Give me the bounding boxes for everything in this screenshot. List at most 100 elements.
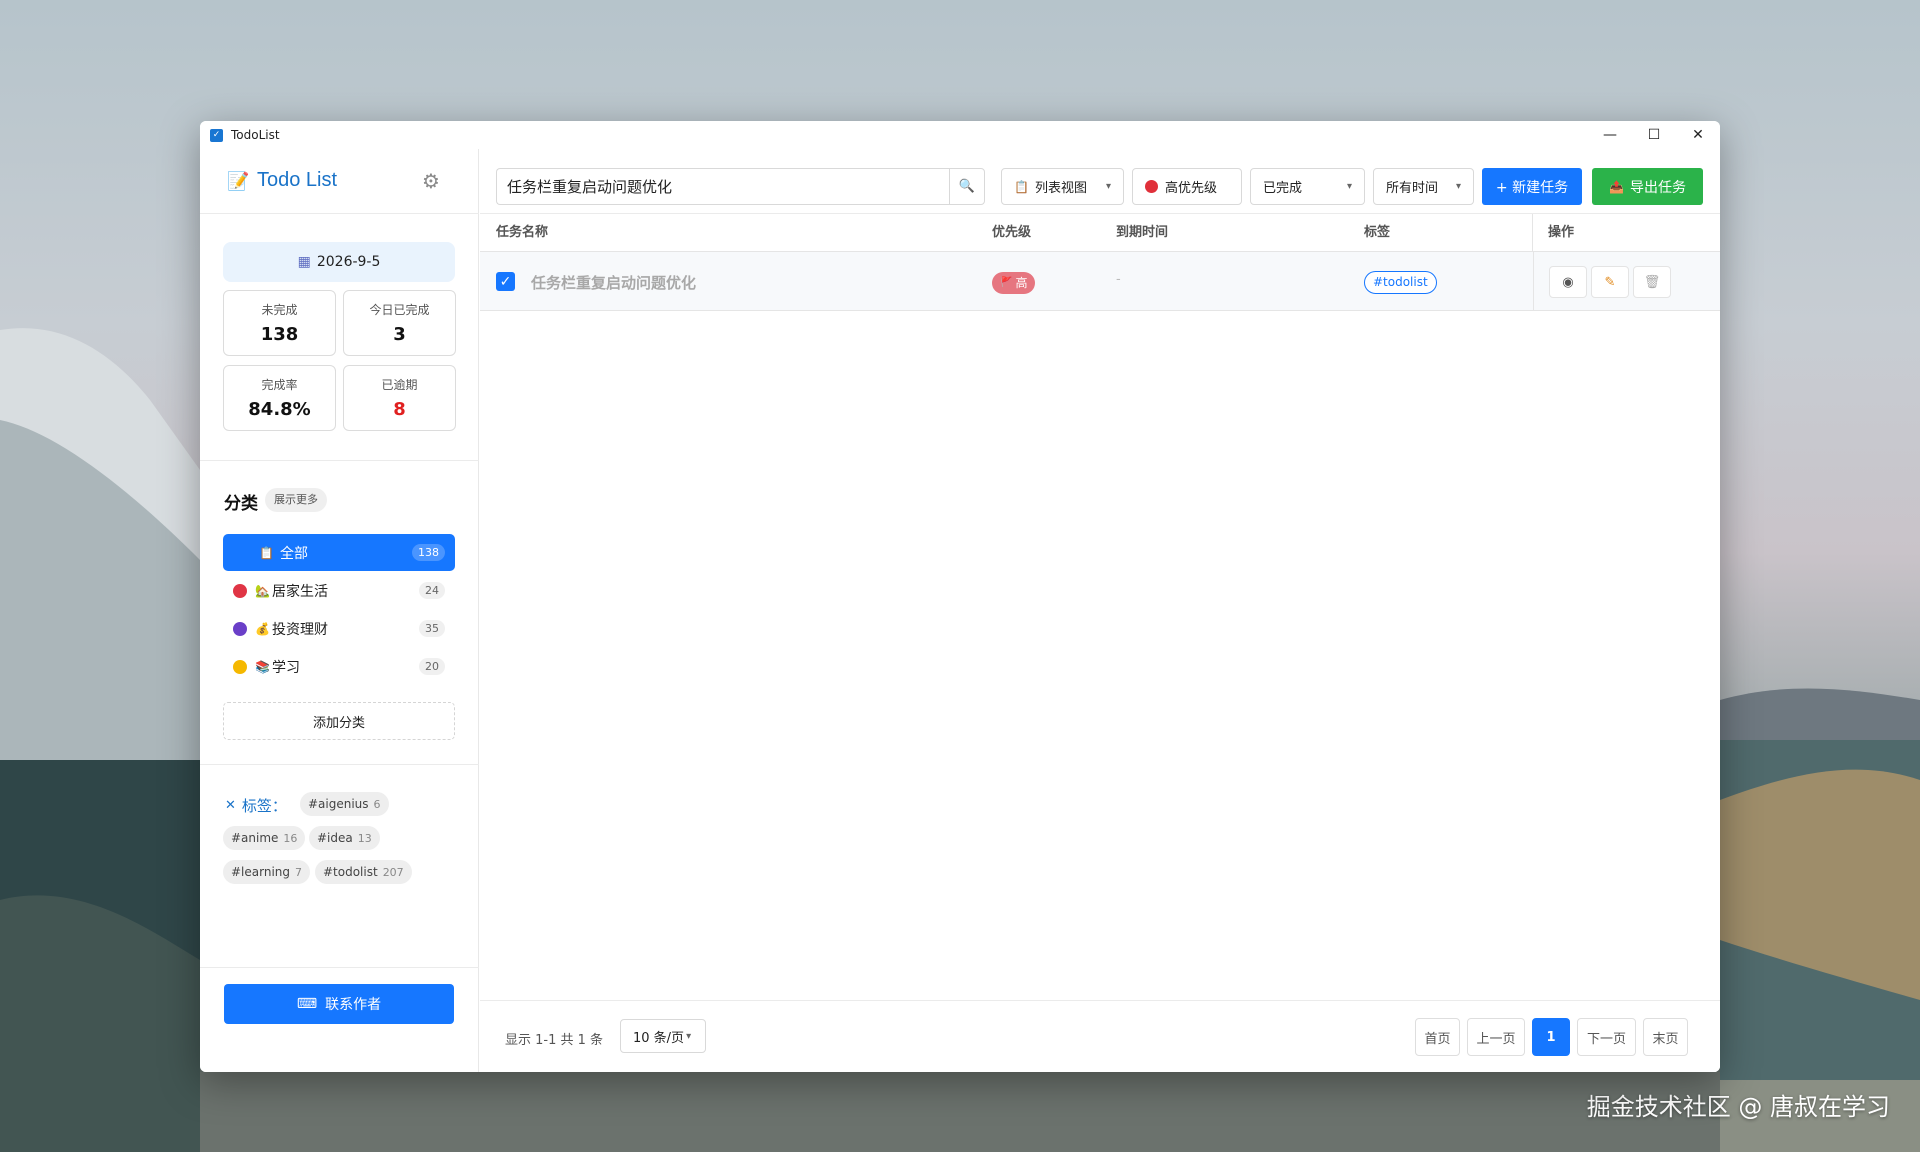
category-item-study[interactable]: 📚 学习 20 xyxy=(223,648,455,685)
house-icon: 🏡 xyxy=(255,583,270,598)
category-color-dot xyxy=(233,659,247,674)
export-tasks-button[interactable]: 📤 导出任务 xyxy=(1592,168,1703,205)
category-color-dot xyxy=(233,583,247,598)
pagination-bar: 显示 1-1 共 1 条 10 条/页 ▾ 首页 上一页 1 下一页 末页 xyxy=(480,1000,1720,1072)
last-page-button[interactable]: 末页 xyxy=(1643,1018,1688,1056)
tag-chip-todolist[interactable]: #todolist 207 xyxy=(315,860,412,884)
category-count: 35 xyxy=(419,620,445,637)
page-size-select[interactable]: 10 条/页 ▾ xyxy=(620,1019,706,1053)
app-window: ✓ TodoList — ☐ ✕ 📝 Todo List ⚙ ▦ 2026-9-… xyxy=(200,121,1720,1072)
trash-icon: 🗑 xyxy=(1643,274,1661,290)
category-count: 20 xyxy=(419,658,445,675)
search-icon: 🔍 xyxy=(958,179,976,194)
category-count: 138 xyxy=(412,544,445,561)
categories-title: 分类 xyxy=(224,494,258,514)
watermark: 掘金技术社区 @ 唐叔在学习 xyxy=(1586,1093,1890,1121)
stat-done-today: 今日已完成 3 xyxy=(343,290,456,356)
task-tag[interactable]: #todolist xyxy=(1364,271,1437,294)
priority-filter-select[interactable]: 高优先级 xyxy=(1132,168,1242,205)
sidebar: 📝 Todo List ⚙ ▦ 2026-9-5 未完成 138 今日已完成 3… xyxy=(200,149,479,1072)
minimize-button[interactable]: — xyxy=(1588,121,1632,149)
category-color-dot xyxy=(233,621,247,636)
category-label: 学习 xyxy=(271,659,300,676)
window-controls: — ☐ ✕ xyxy=(1588,121,1720,149)
category-item-home[interactable]: 🏡 居家生活 24 xyxy=(223,572,455,609)
time-filter-select[interactable]: 所有时间 ▾ xyxy=(1373,168,1474,205)
sidebar-divider xyxy=(200,967,479,968)
category-item-finance[interactable]: 💰 投资理财 35 xyxy=(223,610,455,647)
category-item-all[interactable]: 📋 全部 138 xyxy=(223,534,455,571)
sidebar-divider xyxy=(200,764,479,765)
first-page-button[interactable]: 首页 xyxy=(1415,1018,1460,1056)
category-label: 投资理财 xyxy=(271,621,328,638)
task-checkbox[interactable]: ✓ xyxy=(496,272,515,291)
maximize-button[interactable]: ☐ xyxy=(1632,121,1676,149)
books-icon: 📚 xyxy=(255,659,270,674)
delete-task-button[interactable]: 🗑 xyxy=(1633,266,1671,298)
money-bag-icon: 💰 xyxy=(255,621,270,636)
prev-page-button[interactable]: 上一页 xyxy=(1467,1018,1525,1056)
status-filter-select[interactable]: 已完成 ▾ xyxy=(1250,168,1365,205)
contact-author-button[interactable]: ⌨ 联系作者 xyxy=(224,984,454,1024)
table-header: 任务名称 优先级 到期时间 标签 操作 xyxy=(480,214,1720,252)
flag-icon: 🚩 xyxy=(1000,277,1013,288)
column-separator xyxy=(1533,252,1534,311)
priority-badge: 🚩 高 xyxy=(992,272,1036,294)
clipboard-icon: 📋 xyxy=(259,545,274,560)
chevron-down-icon: ▾ xyxy=(1105,181,1111,192)
app-title: Todo List xyxy=(257,169,338,191)
view-task-button[interactable]: ◉ xyxy=(1549,266,1587,298)
stat-completion-rate: 完成率 84.8% xyxy=(223,365,336,431)
notepad-icon: 📝 xyxy=(227,171,250,192)
column-header-due[interactable]: 到期时间 xyxy=(1116,214,1168,252)
tag-chip-learning[interactable]: #learning 7 xyxy=(223,860,311,884)
pencil-icon: ✎ xyxy=(1604,274,1616,290)
calendar-icon: ▦ xyxy=(297,254,311,270)
sidebar-divider xyxy=(200,460,479,461)
date-text: 2026-9-5 xyxy=(316,254,381,270)
category-count: 24 xyxy=(419,582,445,599)
column-header-actions: 操作 xyxy=(1548,225,1575,240)
new-task-button[interactable]: + 新建任务 xyxy=(1482,168,1582,205)
tags-title: 标签： xyxy=(241,797,287,815)
task-name: 任务栏重复启动问题优化 xyxy=(531,274,697,292)
keyboard-icon: ⌨ xyxy=(296,996,318,1012)
column-header-priority[interactable]: 优先级 xyxy=(992,214,1031,252)
chevron-down-icon: ▾ xyxy=(1455,181,1461,192)
stat-incomplete: 未完成 138 xyxy=(223,290,336,356)
title-bar: ✓ TodoList — ☐ ✕ xyxy=(200,121,1720,149)
page-1-button[interactable]: 1 xyxy=(1532,1018,1570,1056)
chevron-down-icon: ▾ xyxy=(1346,181,1352,192)
edit-task-button[interactable]: ✎ xyxy=(1591,266,1629,298)
table-row[interactable]: ✓ 任务栏重复启动问题优化 🚩 高 - #todolist ◉ ✎ 🗑 xyxy=(480,252,1720,311)
chevron-down-icon: ▾ xyxy=(686,1030,692,1042)
add-category-button[interactable]: 添加分类 xyxy=(223,702,455,740)
sidebar-header: 📝 Todo List ⚙ xyxy=(200,149,479,214)
category-label: 居家生活 xyxy=(271,583,328,600)
tag-chip-aigenius[interactable]: #aigenius 6 xyxy=(300,792,389,816)
column-header-tags: 标签 xyxy=(1364,225,1391,240)
category-label: 全部 xyxy=(279,545,308,562)
column-header-name[interactable]: 任务名称 xyxy=(496,214,548,252)
clipboard-icon: 📋 xyxy=(1014,179,1029,194)
main-panel: 🔍 📋 列表视图 ▾ 高优先级 已完成 ▾ 所有时间 ▾ + 新建任务 📤 xyxy=(480,149,1720,1072)
gear-icon[interactable]: ⚙ xyxy=(422,169,440,193)
window-title: TodoList xyxy=(231,128,280,142)
show-more-button[interactable]: 展示更多 xyxy=(265,488,327,512)
column-separator xyxy=(1532,214,1533,252)
date-display: ▦ 2026-9-5 xyxy=(223,242,455,282)
tag-chip-anime[interactable]: #anime 16 xyxy=(223,826,306,850)
pagination-info: 显示 1-1 共 1 条 xyxy=(505,1033,604,1048)
search-input[interactable] xyxy=(496,168,949,205)
export-icon: 📤 xyxy=(1609,179,1624,194)
view-mode-select[interactable]: 📋 列表视图 ▾ xyxy=(1001,168,1124,205)
eye-icon: ◉ xyxy=(1562,274,1574,290)
collapse-icon: ✕ xyxy=(225,798,236,813)
app-icon: ✓ xyxy=(210,128,223,142)
tag-chip-idea[interactable]: #idea 13 xyxy=(309,826,380,850)
search-button[interactable]: 🔍 xyxy=(949,168,985,205)
priority-dot-icon xyxy=(1145,180,1158,193)
close-button[interactable]: ✕ xyxy=(1676,121,1720,149)
tags-toggle[interactable]: ✕ 标签： xyxy=(225,795,287,816)
next-page-button[interactable]: 下一页 xyxy=(1577,1018,1636,1056)
